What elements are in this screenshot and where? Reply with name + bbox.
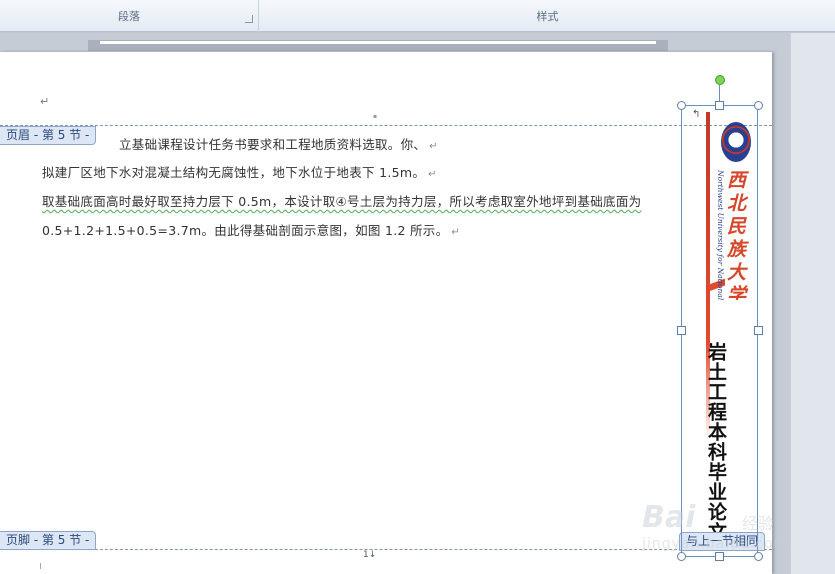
paragraph-dialog-launcher-icon[interactable] bbox=[245, 15, 253, 23]
resize-handle-bottom[interactable] bbox=[715, 552, 724, 561]
paragraph-mark: ↵ bbox=[428, 169, 437, 180]
paragraph-group-label: 段落 bbox=[118, 10, 140, 23]
body-line-2[interactable]: 拟建厂区地下水对混凝土结构无腐蚀性，地下水位于地表下 1.5m。 ↵ bbox=[42, 162, 437, 181]
paragraph-mark: ↵ bbox=[429, 141, 438, 152]
page-corner-mark bbox=[40, 563, 46, 569]
body-line-2-text: 拟建厂区地下水对混凝土结构无腐蚀性，地下水位于地表下 1.5m。 bbox=[42, 165, 426, 180]
header-separator bbox=[0, 125, 772, 126]
university-emblem-icon bbox=[721, 122, 751, 162]
body-line-1-text: 立基础课程设计任务书要求和工程地质资料选取。你、 bbox=[119, 137, 427, 152]
thesis-title-vertical: 岩土工程本科毕业论文（设计） bbox=[705, 342, 727, 532]
body-line-1[interactable]: 立基础课程设计任务书要求和工程地质资料选取。你、 ↵ bbox=[119, 134, 438, 153]
header-center-marker: ▪ bbox=[373, 113, 378, 120]
body-line-4-text: 0.5+1.2+1.5+0.5=3.7m。由此得基础剖面示意图，如图 1.2 所… bbox=[42, 223, 449, 238]
ribbon-group-styles: 样式 bbox=[260, 0, 835, 32]
resize-handle-top[interactable] bbox=[715, 101, 724, 110]
vertical-scrollbar[interactable] bbox=[790, 33, 835, 574]
resize-handle-top-right[interactable] bbox=[754, 101, 763, 110]
ribbon-group-paragraph: 段落 bbox=[0, 0, 259, 32]
resize-handle-top-left[interactable] bbox=[677, 101, 686, 110]
rotate-handle-stem bbox=[719, 85, 720, 101]
header-paragraph-mark: ↵ bbox=[40, 95, 50, 108]
resize-handle-right[interactable] bbox=[754, 326, 763, 335]
previous-page-edge bbox=[88, 40, 668, 51]
anchor-icon: ↰ bbox=[692, 109, 701, 120]
footer-page-mark: 1↓ bbox=[363, 550, 377, 560]
styles-group-label: 样式 bbox=[536, 10, 559, 23]
body-line-3-text: 取基础底面高时最好取至持力层下 0.5m，本设计取④号土层为持力层，所以考虑取室… bbox=[42, 194, 642, 209]
footer-separator bbox=[0, 549, 772, 550]
resize-handle-bottom-right[interactable] bbox=[754, 552, 763, 561]
paragraph-mark: ↵ bbox=[451, 227, 461, 238]
body-line-4[interactable]: 0.5+1.2+1.5+0.5=3.7m。由此得基础剖面示意图，如图 1.2 所… bbox=[42, 220, 460, 239]
rotate-handle[interactable] bbox=[715, 75, 725, 85]
document-page[interactable] bbox=[0, 52, 772, 574]
resize-handle-left[interactable] bbox=[677, 326, 686, 335]
university-name-cn: 西北民族大学 bbox=[724, 170, 746, 300]
header-section-tag: 页眉 - 第 5 节 - bbox=[0, 126, 97, 145]
resize-handle-bottom-left[interactable] bbox=[677, 552, 686, 561]
body-line-3[interactable]: 取基础底面高时最好取至持力层下 0.5m，本设计取④号土层为持力层，所以考虑取室… bbox=[42, 191, 641, 210]
ribbon-group-labels: 段落 样式 bbox=[0, 0, 835, 32]
footer-section-tag: 页脚 - 第 5 节 - bbox=[0, 531, 97, 550]
